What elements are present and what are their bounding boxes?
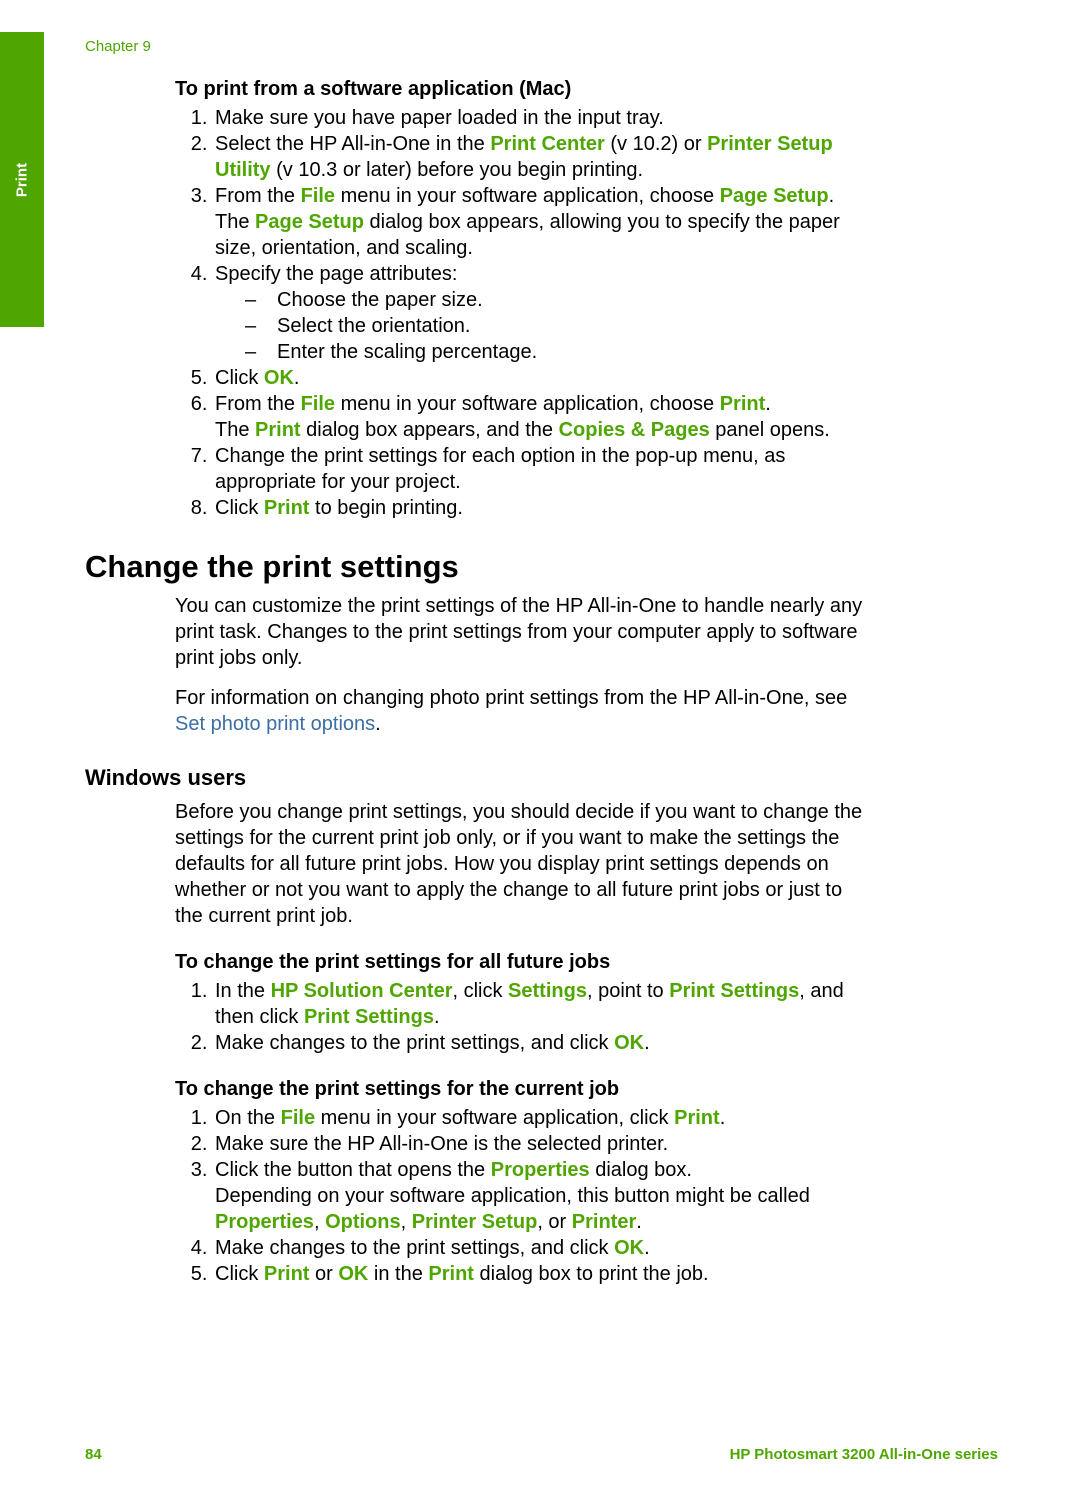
term-print-settings: Print Settings [304, 1006, 434, 1028]
list-item: Select the HP All-in-One in the Print Ce… [213, 131, 865, 183]
term-print: Print [264, 497, 310, 519]
term-print-center: Print Center [490, 133, 604, 155]
future-steps: In the HP Solution Center, click Setting… [175, 978, 865, 1056]
term-print: Print [428, 1263, 474, 1285]
current-steps: On the File menu in your software applic… [175, 1105, 865, 1287]
link-set-photo-print-options[interactable]: Set photo print options [175, 713, 375, 735]
term-print-settings: Print Settings [669, 980, 799, 1002]
current-heading: To change the print settings for the cur… [175, 1078, 865, 1101]
sub-list: Choose the paper size. Select the orient… [215, 287, 865, 365]
body-text: You can customize the print settings of … [175, 593, 865, 671]
list-item: Change the print settings for each optio… [213, 443, 865, 495]
term-printer-setup: Printer Setup [412, 1211, 538, 1233]
side-tab-label: Print [14, 162, 31, 196]
term-printer: Printer [572, 1211, 636, 1233]
list-item: Make changes to the print settings, and … [213, 1030, 865, 1056]
term-ok: OK [264, 367, 294, 389]
term-ok: OK [338, 1263, 368, 1285]
term-properties: Properties [491, 1159, 590, 1181]
term-ok: OK [614, 1032, 644, 1054]
list-item: In the HP Solution Center, click Setting… [213, 978, 865, 1030]
mac-steps: Make sure you have paper loaded in the i… [175, 105, 865, 521]
page-footer: 84 HP Photosmart 3200 All-in-One series [85, 1446, 998, 1463]
list-item: From the File menu in your software appl… [213, 391, 865, 443]
section-change-print-settings: Change the print settings [85, 549, 865, 585]
subsection-windows-users: Windows users [85, 765, 865, 791]
term-options: Options [325, 1211, 401, 1233]
term-hp-solution-center: HP Solution Center [271, 980, 453, 1002]
list-item: Enter the scaling percentage. [245, 339, 865, 365]
mac-heading: To print from a software application (Ma… [175, 78, 865, 101]
list-item: Click the button that opens the Properti… [213, 1157, 865, 1235]
body-text: Before you change print settings, you sh… [175, 799, 865, 929]
term-print: Print [255, 419, 301, 441]
term-settings: Settings [508, 980, 587, 1002]
list-item: On the File menu in your software applic… [213, 1105, 865, 1131]
list-item: Click Print or OK in the Print dialog bo… [213, 1261, 865, 1287]
list-item: Click OK. [213, 365, 865, 391]
list-item: Specify the page attributes: Choose the … [213, 261, 865, 365]
term-copies-pages: Copies & Pages [559, 419, 710, 441]
list-item: Make sure the HP All-in-One is the selec… [213, 1131, 865, 1157]
term-page-setup: Page Setup [255, 211, 364, 233]
list-item: Choose the paper size. [245, 287, 865, 313]
term-file: File [301, 393, 335, 415]
body-text: For information on changing photo print … [175, 685, 865, 737]
term-file: File [281, 1107, 315, 1129]
list-item: Click Print to begin printing. [213, 495, 865, 521]
term-properties: Properties [215, 1211, 314, 1233]
list-item: Make changes to the print settings, and … [213, 1235, 865, 1261]
term-file: File [301, 185, 335, 207]
chapter-label: Chapter 9 [85, 38, 151, 55]
term-print: Print [264, 1263, 310, 1285]
term-page-setup: Page Setup [720, 185, 829, 207]
series-label: HP Photosmart 3200 All-in-One series [730, 1446, 998, 1463]
term-print: Print [674, 1107, 720, 1129]
list-item: From the File menu in your software appl… [213, 183, 865, 261]
list-item: Make sure you have paper loaded in the i… [213, 105, 865, 131]
side-tab: Print [0, 32, 44, 327]
list-item: Select the orientation. [245, 313, 865, 339]
page-number: 84 [85, 1446, 102, 1463]
term-print: Print [720, 393, 766, 415]
page-content: To print from a software application (Ma… [175, 78, 865, 1295]
future-heading: To change the print settings for all fut… [175, 951, 865, 974]
term-ok: OK [614, 1237, 644, 1259]
